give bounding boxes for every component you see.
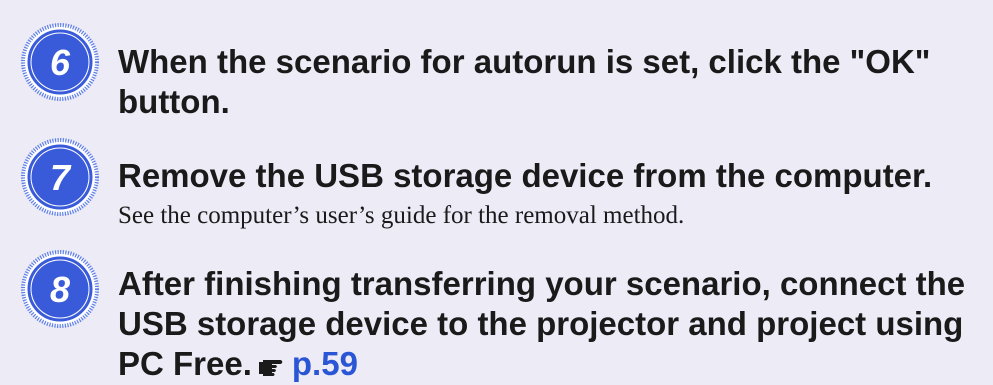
step-8-title: After finishing transferring your scenar… [118, 264, 978, 384]
step-number: 7 [50, 157, 72, 198]
step-number-icon: 7 [20, 137, 100, 217]
numbered-circle-icon: 6 [21, 23, 99, 101]
step-number-icon: 6 [20, 22, 100, 102]
step-8-title-text: After finishing transferring your scenar… [118, 265, 966, 382]
numbered-circle-icon: 8 [21, 250, 99, 328]
step-number: 8 [50, 269, 70, 310]
step-7-title: Remove the USB storage device from the c… [118, 157, 933, 194]
step-number: 6 [50, 42, 71, 83]
step-6-title: When the scenario for autorun is set, cl… [118, 43, 931, 120]
step-number-icon: 8 [20, 249, 100, 329]
page-reference-link[interactable]: p.59 [292, 345, 358, 382]
step-7-description: See the computer’s user’s guide for the … [118, 202, 685, 229]
numbered-circle-icon: 7 [21, 138, 99, 216]
pointing-hand-icon [258, 355, 288, 377]
